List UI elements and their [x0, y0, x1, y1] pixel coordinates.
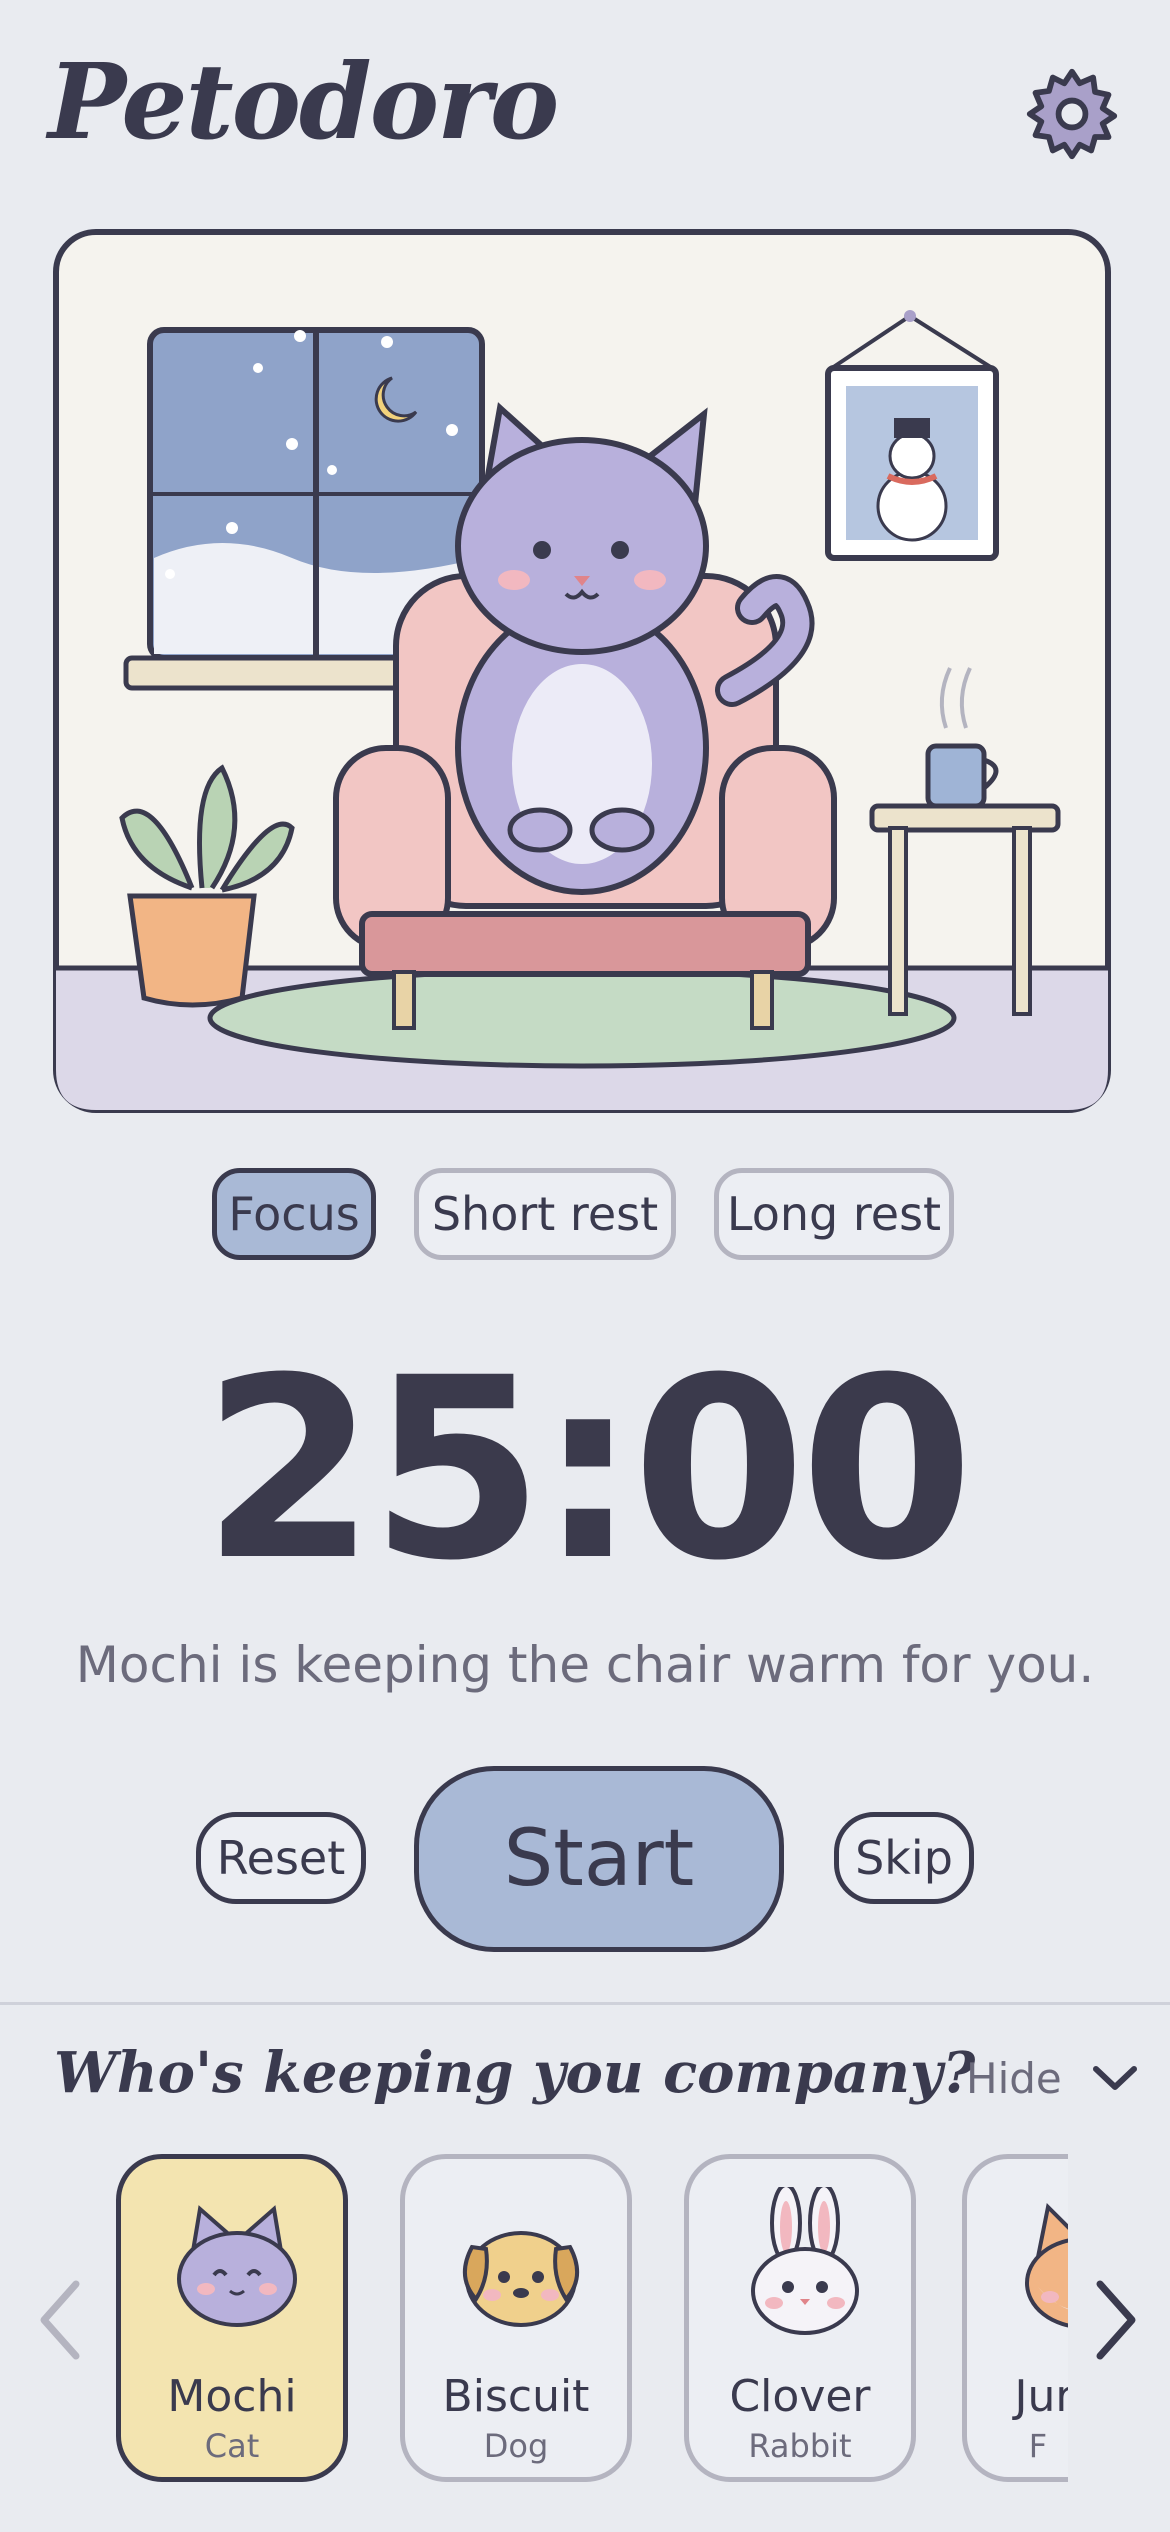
- pet-card-clover[interactable]: Clover Rabbit: [684, 2154, 916, 2482]
- pet-name: Jur: [1014, 2371, 1068, 2422]
- pet-species: Cat: [204, 2427, 260, 2465]
- rabbit-icon: [751, 2187, 859, 2335]
- company-title: Who's keeping you company?: [54, 2040, 976, 2106]
- divider: [0, 2002, 1170, 2005]
- dog-icon: [463, 2231, 579, 2327]
- tab-focus[interactable]: Focus: [212, 1168, 376, 1260]
- pet-species: Dog: [483, 2427, 549, 2465]
- pet-name: Clover: [729, 2371, 871, 2422]
- tab-short-rest-label: Short rest: [431, 1187, 659, 1241]
- pet-name: Mochi: [167, 2371, 297, 2422]
- status-message: Mochi is keeping the chair warm for you.: [75, 1636, 1095, 1694]
- pet-carousel-viewport: Mochi Cat Biscuit Dog Clover Rabbit Jur …: [116, 2140, 1068, 2490]
- tab-long-rest[interactable]: Long rest: [714, 1168, 954, 1260]
- pet-name: Biscuit: [442, 2371, 590, 2422]
- tab-long-rest-label: Long rest: [726, 1187, 942, 1241]
- skip-label: Skip: [855, 1831, 953, 1885]
- pet-species: F: [1028, 2427, 1048, 2465]
- pet-carousel: Mochi Cat Biscuit Dog Clover Rabbit Jur …: [0, 2140, 1170, 2490]
- gear-icon[interactable]: [1024, 66, 1120, 162]
- pet-species: Rabbit: [748, 2427, 852, 2465]
- fox-icon: [1025, 2202, 1068, 2328]
- reset-label: Reset: [216, 1831, 346, 1885]
- tab-focus-label: Focus: [228, 1187, 360, 1241]
- start-button[interactable]: Start: [414, 1766, 784, 1952]
- chevron-right-icon[interactable]: [1086, 2270, 1146, 2370]
- room-illustration: [53, 229, 1111, 1113]
- hide-button[interactable]: Hide: [966, 2048, 1138, 2108]
- skip-button[interactable]: Skip: [834, 1812, 974, 1904]
- pet-card-biscuit[interactable]: Biscuit Dog: [400, 2154, 632, 2482]
- chevron-down-icon: [1092, 2066, 1137, 2090]
- pet-card-jur[interactable]: Jur F: [962, 2154, 1068, 2482]
- hide-label: Hide: [966, 2053, 1062, 2103]
- start-label: Start: [503, 1814, 695, 1904]
- tab-short-rest[interactable]: Short rest: [414, 1168, 676, 1260]
- chevron-left-icon[interactable]: [28, 2270, 88, 2370]
- mode-tabs: Focus Short rest Long rest: [0, 1168, 1170, 1268]
- timer-display: 25:00: [202, 1324, 974, 1615]
- app-title: Petodoro: [48, 40, 559, 163]
- pet-card-mochi[interactable]: Mochi Cat: [116, 2154, 348, 2482]
- cat-icon: [177, 2205, 297, 2327]
- reset-button[interactable]: Reset: [196, 1812, 366, 1904]
